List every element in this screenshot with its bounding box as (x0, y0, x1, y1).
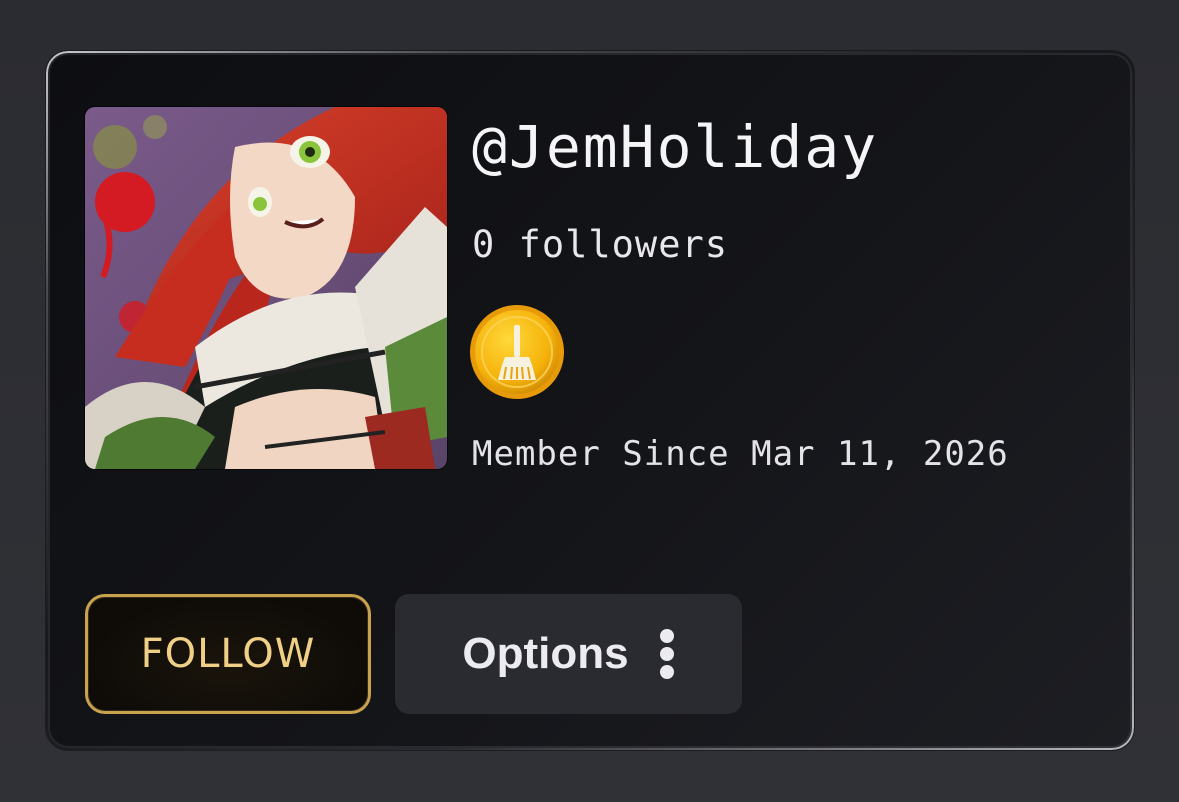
avatar-artwork (85, 107, 447, 469)
follow-button[interactable]: FOLLOW (85, 594, 371, 714)
options-button[interactable]: Options (395, 594, 742, 714)
profile-card: @JemHoliday 0 followers Member Since Mar… (46, 51, 1134, 750)
profile-username: @JemHoliday (472, 113, 879, 181)
follower-count[interactable]: 0 followers (472, 223, 728, 267)
gold-broom-coin-icon[interactable] (468, 303, 566, 401)
profile-avatar[interactable] (85, 107, 447, 469)
page-background: @JemHoliday 0 followers Member Since Mar… (0, 0, 1179, 802)
options-button-label: Options (462, 629, 629, 678)
member-since-date: Member Since Mar 11, 2026 (472, 434, 1009, 474)
follow-button-label: FOLLOW (140, 631, 316, 677)
kebab-menu-icon (659, 629, 675, 679)
